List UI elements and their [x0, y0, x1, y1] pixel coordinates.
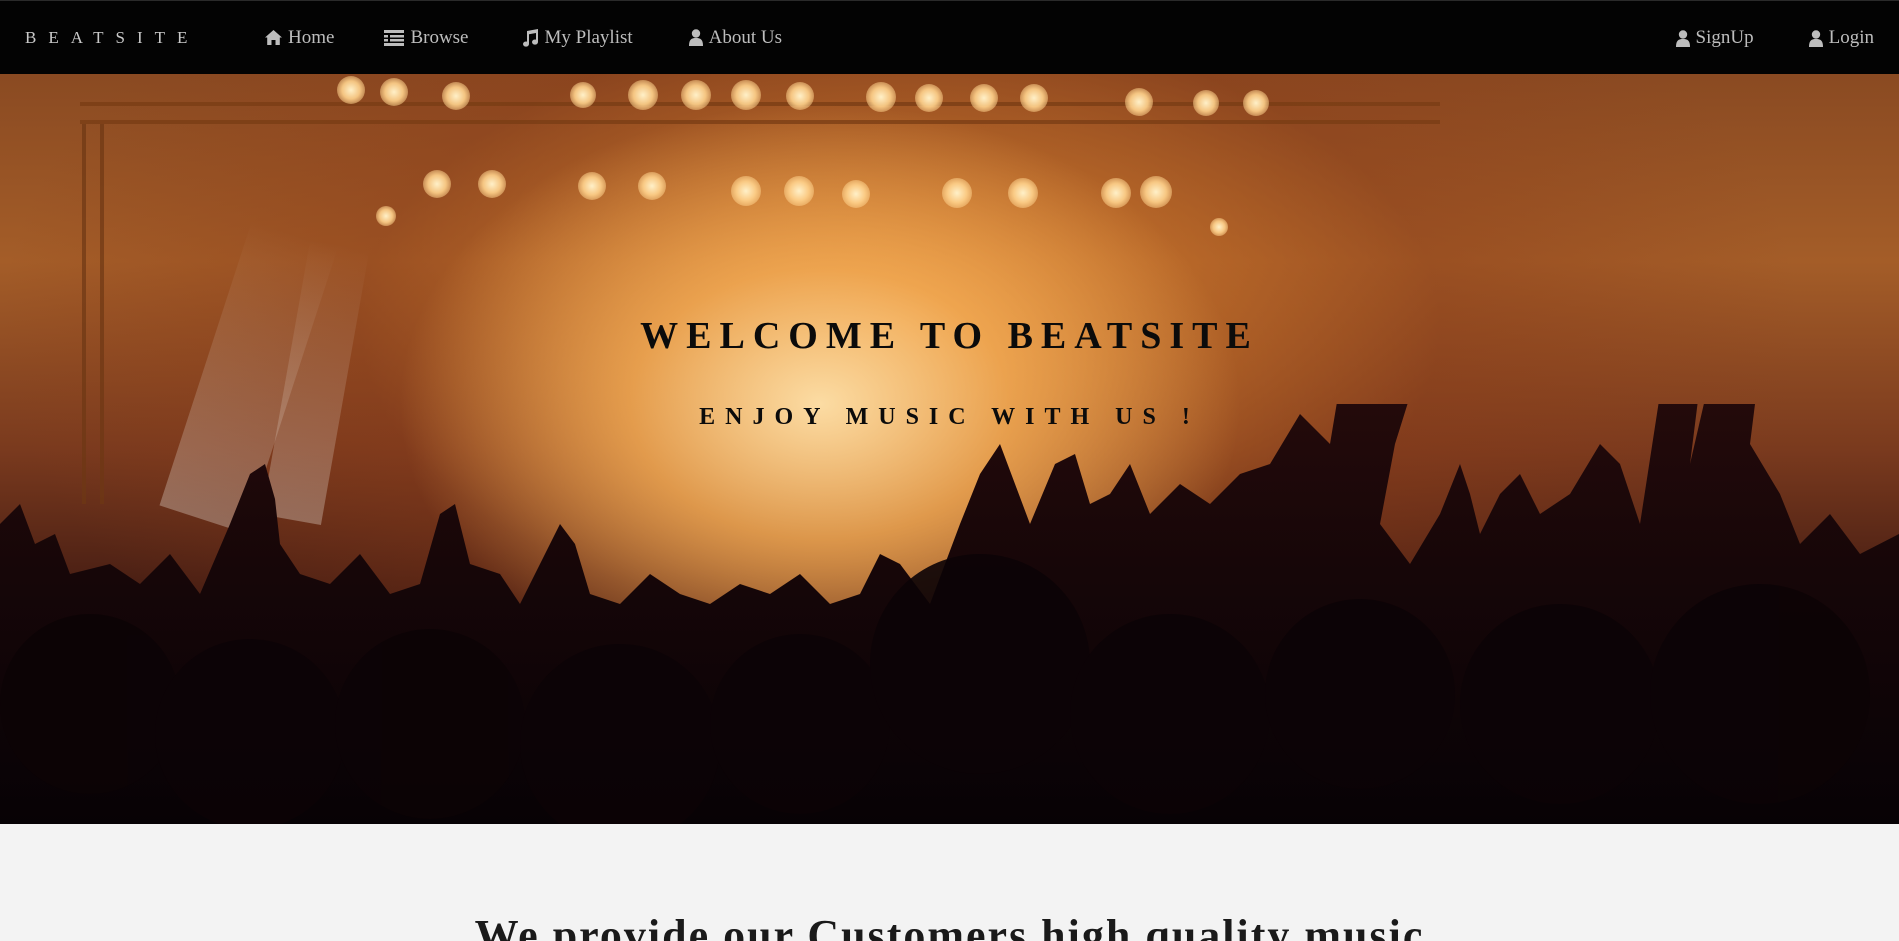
stage-light: [638, 172, 666, 200]
crowd-silhouette: [0, 404, 1899, 824]
stage-light: [578, 172, 606, 200]
nav-about-link[interactable]: About Us: [688, 26, 783, 49]
stage-light: [423, 170, 451, 198]
user-icon: [688, 29, 703, 46]
stage-light: [1243, 90, 1269, 116]
stage-light: [1140, 176, 1172, 208]
nav-browse-link[interactable]: Browse: [384, 26, 469, 49]
stage-light: [866, 82, 896, 112]
stage-light: [1020, 84, 1048, 112]
nav-right-group: SignUp Login: [1675, 1, 1874, 75]
stage-light: [1101, 178, 1131, 208]
stage-light: [380, 78, 408, 106]
hero-title: WELCOME TO BEATSITE: [640, 315, 1259, 357]
stage-light: [942, 178, 972, 208]
stage-light: [731, 80, 761, 110]
stage-light: [1210, 218, 1228, 236]
music-note-icon: [521, 28, 539, 47]
list-icon: [384, 29, 405, 46]
stage-light: [570, 82, 596, 108]
top-navbar: BEATSITE Home Browse My Playlist About U…: [0, 0, 1899, 74]
nav-playlist-label: My Playlist: [544, 26, 633, 48]
stage-light: [1008, 178, 1038, 208]
hero-banner: WELCOME TO BEATSITE ENJOY MUSIC WITH US …: [0, 74, 1899, 824]
stage-light: [337, 76, 365, 104]
user-icon: [1675, 29, 1690, 47]
stage-light: [786, 82, 814, 110]
login-label: Login: [1828, 27, 1874, 48]
stage-light: [784, 176, 814, 206]
hero-subtitle: ENJOY MUSIC WITH US !: [699, 404, 1200, 430]
nav-home-label: Home: [288, 26, 335, 48]
nav-about-label: About Us: [708, 26, 783, 48]
stage-truss: [80, 102, 1440, 124]
signup-label: SignUp: [1695, 27, 1754, 48]
stage-light: [478, 170, 506, 198]
nav-playlist-link[interactable]: My Playlist: [521, 27, 633, 49]
brand-logo[interactable]: BEATSITE: [25, 28, 245, 48]
nav-home-link[interactable]: Home: [265, 27, 334, 49]
section-heading: We provide our Customers high quality mu…: [474, 911, 1425, 941]
login-link[interactable]: Login: [1808, 27, 1874, 49]
stage-light: [681, 80, 711, 110]
stage-light: [628, 80, 658, 110]
stage-light: [842, 180, 870, 208]
stage-light: [376, 206, 396, 226]
signup-link[interactable]: SignUp: [1675, 27, 1754, 49]
stage-light: [915, 84, 943, 112]
stage-light: [1125, 88, 1153, 116]
stage-light: [442, 82, 470, 110]
user-icon: [1808, 29, 1823, 47]
nav-left-group: Home Browse My Playlist About Us: [245, 27, 782, 49]
stage-light: [731, 176, 761, 206]
home-icon: [265, 30, 282, 45]
nav-browse-label: Browse: [410, 26, 469, 48]
stage-light: [1193, 90, 1219, 116]
stage-light: [970, 84, 998, 112]
